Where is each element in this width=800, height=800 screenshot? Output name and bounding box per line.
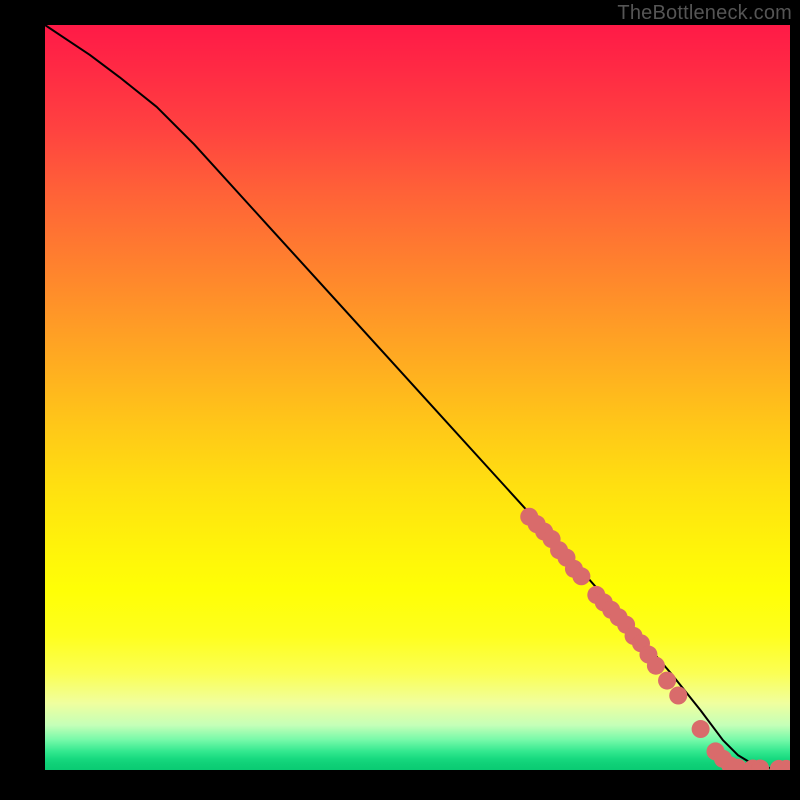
marker-point (692, 720, 710, 738)
plot-area (45, 25, 790, 770)
chart-overlay (45, 25, 790, 770)
chart-frame: TheBottleneck.com (0, 0, 800, 800)
marker-point (658, 672, 676, 690)
curve-line (45, 25, 790, 769)
marker-point (572, 567, 590, 585)
marker-point (647, 657, 665, 675)
highlight-markers (520, 508, 790, 770)
watermark-text: TheBottleneck.com (617, 2, 792, 25)
marker-point (669, 687, 687, 705)
